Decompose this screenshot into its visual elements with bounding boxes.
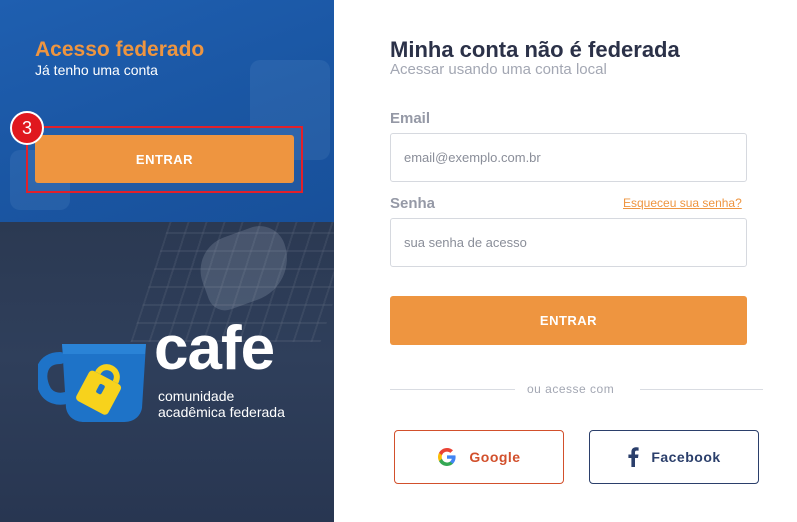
federated-title: Acesso federado — [35, 38, 205, 61]
local-title: Minha conta não é federada — [390, 37, 680, 62]
facebook-icon — [628, 447, 639, 467]
divider-text: ou acesse com — [527, 382, 615, 396]
email-label: Email — [390, 110, 431, 127]
google-icon — [438, 448, 456, 466]
federated-enter-button[interactable]: ENTRAR — [35, 135, 294, 183]
password-label: Senha — [390, 195, 436, 212]
facebook-label: Facebook — [651, 449, 721, 465]
divider-line-left — [390, 389, 515, 390]
step-badge: 3 — [10, 111, 44, 145]
brand-name: cafe — [154, 314, 275, 383]
facebook-login-button[interactable]: Facebook — [589, 430, 759, 484]
local-enter-button[interactable]: ENTRAR — [390, 296, 747, 345]
google-login-button[interactable]: Google — [394, 430, 564, 484]
brand-tagline-line1: comunidade — [158, 388, 235, 404]
brand-tagline-line2: acadêmica federada — [158, 404, 285, 420]
divider-line-right — [640, 389, 763, 390]
federated-subtitle: Já tenho uma conta — [35, 62, 158, 78]
forgot-password-link[interactable]: Esqueceu sua senha? — [623, 196, 742, 210]
federated-panel: Acesso federado Já tenho uma conta ENTRA… — [0, 0, 334, 522]
email-field[interactable] — [390, 133, 747, 182]
password-field[interactable] — [390, 218, 747, 267]
coffee-cup-lock-icon — [38, 344, 146, 422]
local-subtitle: Acessar usando uma conta local — [390, 61, 607, 78]
google-label: Google — [469, 449, 521, 465]
